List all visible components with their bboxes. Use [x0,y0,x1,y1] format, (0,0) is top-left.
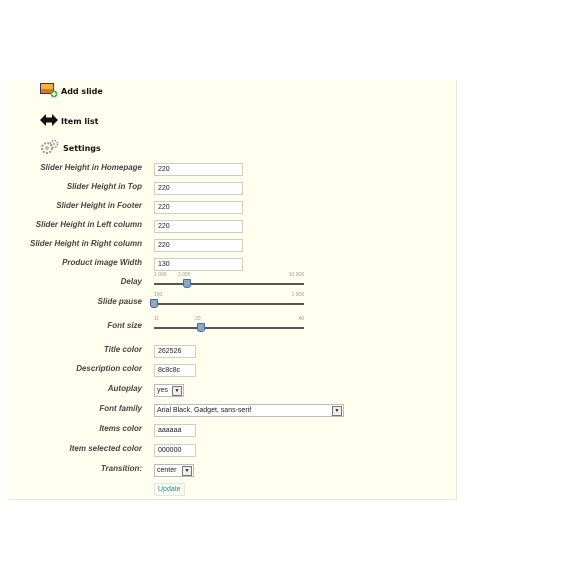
font-size-label: Font size [107,321,142,330]
settings-link[interactable]: Settings [40,139,101,157]
item-selected-color-input[interactable]: 000000 [154,444,196,457]
autoplay-label: Autoplay [107,384,142,393]
font-family-value: Arial Black, Gadget, sans-serif [157,407,252,414]
font-size-thumb[interactable] [196,323,205,332]
item-list-label: Item list [61,116,99,126]
slide-pause-max-label: 1 000 [291,292,304,298]
transition-value: center [157,467,177,474]
autoplay-select[interactable]: yes ▼ [154,384,184,397]
update-button[interactable]: Update [154,483,185,496]
chevron-down-icon[interactable]: ▼ [182,466,192,476]
chevron-down-icon[interactable]: ▼ [172,386,182,396]
slide-pause-min-label: 100 [154,292,163,298]
gears-icon [40,139,60,157]
description-color-label: Description color [76,364,142,373]
item-list-link[interactable]: Item list [40,114,98,128]
title-color-input[interactable]: 262526 [154,345,196,358]
font-size-track [154,327,304,329]
settings-panel: Add slide Item list Settings Slider Heig… [8,80,457,500]
font-size-slider[interactable]: 11 20 40 [154,316,304,334]
description-color-input[interactable]: 8c8c8c [154,364,196,377]
items-color-input[interactable]: aaaaaa [154,424,196,437]
font-size-max-label: 40 [298,316,304,322]
add-slide-label: Add slide [61,86,103,96]
transition-label: Transition: [100,464,142,473]
add-slide-icon [40,82,58,100]
delay-max-label: 10 000 [288,272,304,278]
font-size-min-label: 11 [154,316,160,322]
items-color-label: Items color [99,424,142,433]
delay-slider[interactable]: 1 000 3 000 10 000 [154,272,304,290]
slider-height-top-label: Slider Height in Top [66,182,142,191]
item-selected-color-label: Item selected color [69,444,142,453]
slider-height-right-input[interactable]: 220 [154,239,243,252]
add-slide-link[interactable]: Add slide [40,82,103,100]
slider-height-left-input[interactable]: 220 [154,220,243,233]
slider-height-left-label: Slider Height in Left column [35,220,142,229]
delay-value-label: 3 000 [178,272,191,278]
settings-label: Settings [63,143,101,153]
slider-height-homepage-input[interactable]: 220 [154,163,243,176]
slide-pause-thumb[interactable] [150,299,158,308]
horizontal-arrows-icon [40,114,58,128]
transition-select[interactable]: center ▼ [154,464,194,477]
slide-pause-track [154,303,304,305]
product-image-width-label: Product image Width [62,258,142,267]
title-color-label: Title color [103,345,142,354]
delay-label: Delay [120,277,142,286]
slide-pause-label: Slide pause [97,297,142,306]
font-size-value-label: 20 [195,316,201,322]
delay-min-label: 1 000 [154,272,167,278]
slider-height-homepage-label: Slider Height in Homepage [40,163,142,172]
slider-height-right-label: Slider Height in Right column [30,239,142,248]
autoplay-value: yes [157,387,168,394]
font-family-select[interactable]: Arial Black, Gadget, sans-serif ▼ [154,404,344,417]
product-image-width-input[interactable]: 130 [154,258,243,271]
chevron-down-icon[interactable]: ▼ [332,406,342,416]
delay-track [154,283,304,285]
slider-height-top-input[interactable]: 220 [154,182,243,195]
slide-pause-slider[interactable]: 100 1 000 [150,292,304,310]
delay-thumb[interactable] [183,279,192,288]
font-family-label: Font family [99,404,142,413]
slider-height-footer-label: Slider Height in Footer [56,201,142,210]
slider-height-footer-input[interactable]: 220 [154,201,243,214]
